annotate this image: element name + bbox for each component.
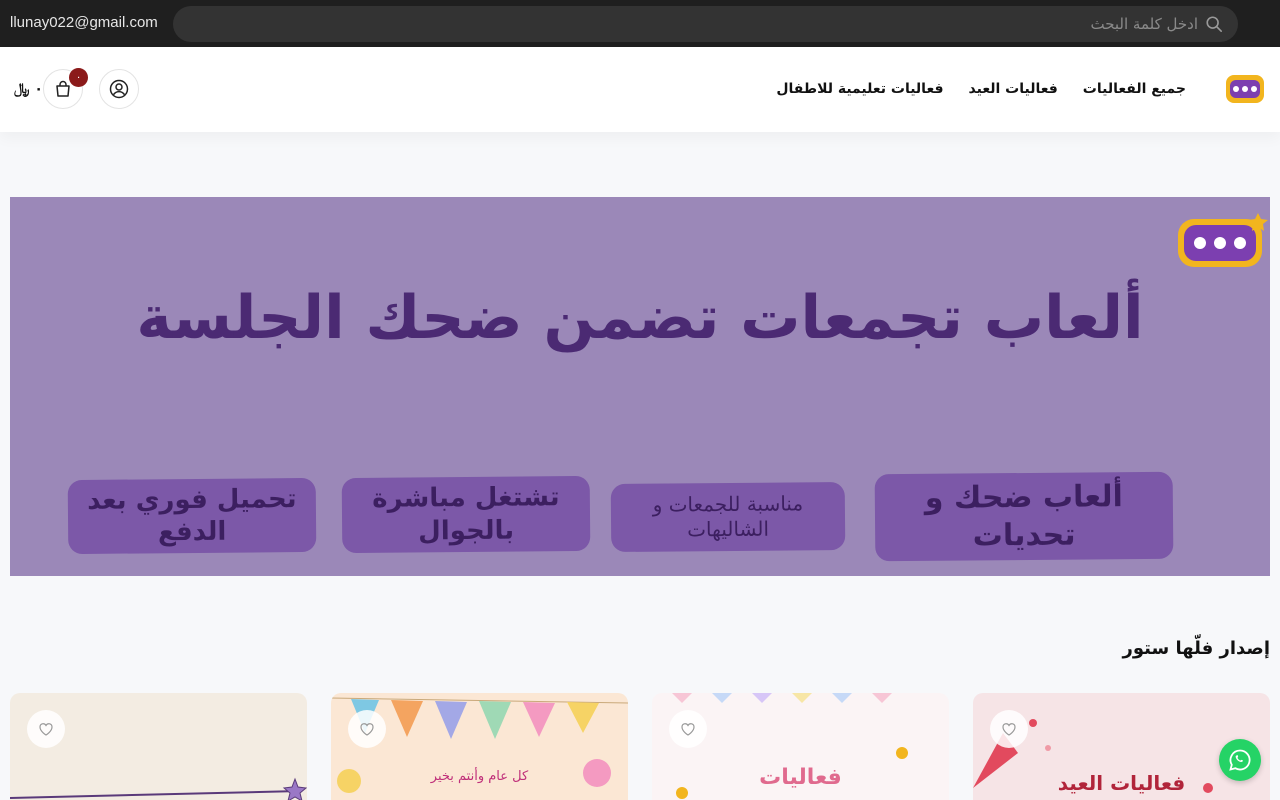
heart-icon: [1002, 723, 1016, 736]
nav-all-events[interactable]: جميع الفعاليات: [1083, 81, 1186, 97]
main-nav: جميع الفعاليات فعاليات العيد فعاليات تعل…: [776, 81, 1186, 97]
top-bar: llunay022@gmail.com: [0, 0, 1280, 47]
banner-logo: [1170, 205, 1270, 277]
cart-total: ٠ ﷼: [14, 81, 43, 97]
search-icon[interactable]: [1205, 15, 1223, 33]
banner-title: ألعاب تجمعات تضمن ضحك الجلسة: [136, 283, 1144, 353]
product-card[interactable]: كل عام وأنتم بخير: [331, 693, 628, 800]
heart-icon: [360, 723, 374, 736]
feature-pill: مناسبة للجمعات و الشاليهات: [610, 481, 846, 553]
favorite-button[interactable]: [27, 710, 65, 748]
card-art: [10, 777, 307, 800]
main-header: جميع الفعاليات فعاليات العيد فعاليات تعل…: [0, 47, 1280, 132]
search-input[interactable]: [298, 6, 1198, 42]
section-title: إصدار فلّها ستور: [1122, 638, 1271, 659]
search-bar[interactable]: [173, 6, 1238, 42]
product-card[interactable]: [10, 693, 307, 800]
nav-eid-events[interactable]: فعاليات العيد: [969, 81, 1058, 97]
card-caption: فعاليات: [759, 765, 842, 790]
hero-banner[interactable]: ألعاب تجمعات تضمن ضحك الجلسة ألعاب ضحك و…: [10, 197, 1270, 576]
whatsapp-icon: [1229, 749, 1251, 771]
favorite-button[interactable]: [990, 710, 1028, 748]
feature-pill: ألعاب ضحك و تحديات: [874, 471, 1174, 562]
product-card[interactable]: فعاليات: [652, 693, 949, 800]
cart-count-badge: ٠: [69, 68, 88, 87]
feature-pill: تشتغل مباشرة بالجوال: [341, 475, 591, 554]
heart-icon: [39, 723, 53, 736]
nav-kids-education[interactable]: فعاليات تعليمية للاطفال: [776, 81, 943, 97]
account-email[interactable]: llunay022@gmail.com: [10, 14, 158, 31]
store-logo[interactable]: [1224, 69, 1266, 109]
favorite-button[interactable]: [669, 710, 707, 748]
heart-icon: [681, 723, 695, 736]
user-icon: [109, 79, 129, 99]
account-button[interactable]: [99, 69, 139, 109]
whatsapp-button[interactable]: [1219, 739, 1261, 781]
feature-pill: تحميل فوري بعد الدفع: [67, 477, 317, 555]
favorite-button[interactable]: [348, 710, 386, 748]
card-caption: كل عام وأنتم بخير: [430, 769, 529, 784]
